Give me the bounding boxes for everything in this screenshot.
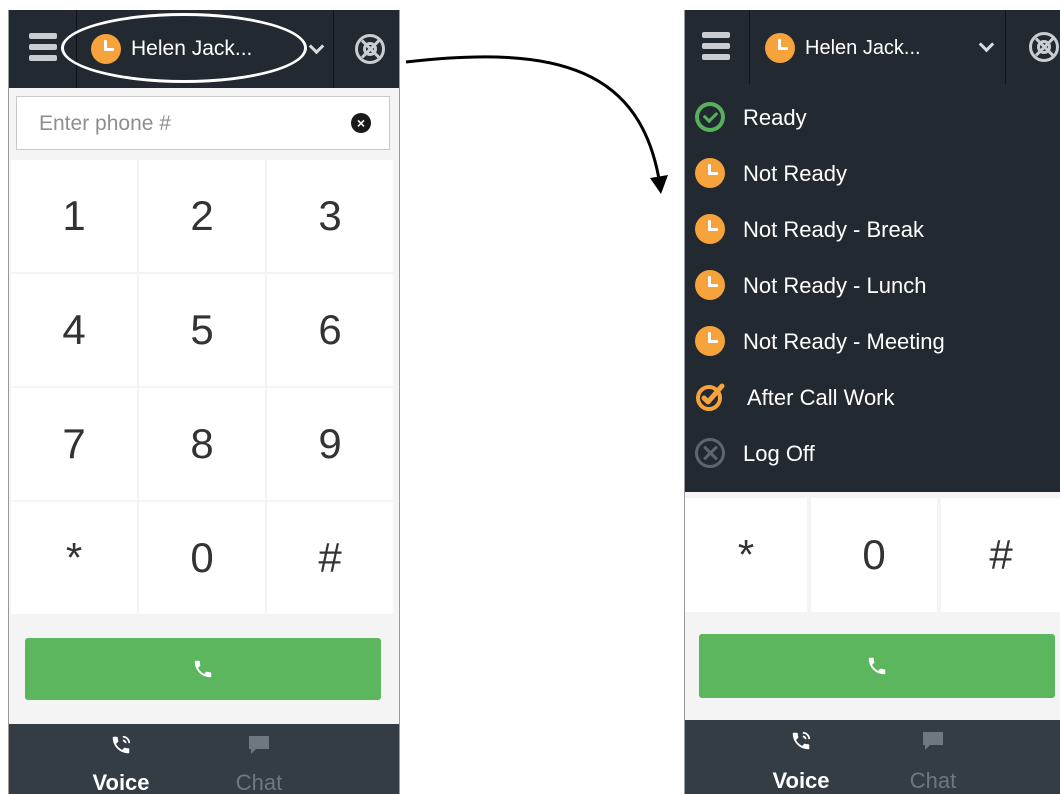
phone-number-input[interactable] (37, 97, 341, 151)
dial-key[interactable]: 0 (811, 498, 937, 612)
status-item-label: Not Ready (743, 161, 847, 186)
tab-voice-label: Voice (772, 768, 830, 793)
dial-key[interactable]: 4 (11, 274, 137, 386)
clear-input-icon[interactable]: × (351, 113, 371, 133)
after-call-work-icon (696, 383, 725, 411)
chevron-down-icon[interactable] (308, 38, 325, 55)
dial-key[interactable]: 0 (139, 502, 265, 614)
status-item-not-ready-lunch[interactable]: Not Ready - Lunch (685, 257, 1060, 313)
agent-name: Helen Jack... (805, 36, 921, 59)
status-item-not-ready[interactable]: Not Ready (685, 145, 1060, 201)
help-lifebuoy-icon[interactable] (355, 34, 385, 64)
status-item-label: Not Ready - Lunch (743, 273, 927, 298)
ready-check-icon (695, 102, 725, 132)
status-item-label: Log Off (743, 441, 815, 466)
dial-key[interactable]: 1 (11, 160, 137, 272)
clock-icon (695, 326, 725, 356)
agent-header: Helen Jack... (9, 10, 399, 88)
phone-icon (868, 657, 886, 675)
agent-name: Helen Jack... (131, 37, 253, 60)
status-dropdown-menu: Ready Not Ready Not Ready - Break Not Re… (685, 84, 1060, 492)
tab-chat[interactable]: Chat (209, 724, 309, 794)
voice-call-icon (792, 731, 811, 750)
dial-key[interactable]: 5 (139, 274, 265, 386)
status-item-log-off[interactable]: Log Off (685, 425, 1060, 481)
status-item-after-call-work[interactable]: After Call Work (685, 369, 1060, 425)
status-item-not-ready-meeting[interactable]: Not Ready - Meeting (685, 313, 1060, 369)
phone-input-box: × (16, 96, 390, 151)
clock-icon (765, 33, 795, 63)
dial-key[interactable]: 9 (267, 388, 393, 500)
chat-bubble-icon (249, 736, 269, 754)
hamburger-menu-icon[interactable] (29, 33, 57, 63)
agent-header: Helen Jack... (685, 10, 1060, 84)
hamburger-menu-icon[interactable] (702, 32, 730, 62)
call-button[interactable] (25, 638, 381, 700)
tab-voice-label: Voice (92, 770, 150, 794)
status-item-label: Not Ready - Break (743, 217, 924, 242)
tab-voice[interactable]: Voice (751, 720, 851, 793)
dial-key[interactable]: * (11, 502, 137, 614)
clock-icon (695, 158, 725, 188)
status-item-label: After Call Work (747, 385, 895, 410)
dial-key[interactable]: 8 (139, 388, 265, 500)
dial-key[interactable]: * (685, 498, 807, 612)
chevron-down-icon[interactable] (978, 36, 995, 53)
status-item-label: Ready (743, 105, 807, 130)
bottom-navigation: Voice Chat (685, 720, 1060, 794)
dial-key[interactable]: 7 (11, 388, 137, 500)
clock-icon (91, 34, 121, 64)
tab-voice[interactable]: Voice (71, 724, 171, 794)
help-lifebuoy-icon[interactable] (1029, 32, 1059, 62)
call-button[interactable] (699, 634, 1055, 698)
dial-key[interactable]: 6 (267, 274, 393, 386)
clock-icon (695, 214, 725, 244)
tab-chat-label: Chat (235, 770, 283, 794)
status-item-ready[interactable]: Ready (685, 89, 1060, 145)
tab-chat[interactable]: Chat (883, 720, 983, 793)
dial-key[interactable]: 2 (139, 160, 265, 272)
phone-icon (194, 660, 212, 678)
status-item-label: Not Ready - Meeting (743, 329, 945, 354)
clock-icon (695, 270, 725, 300)
agent-status-button[interactable]: Helen Jack... (765, 27, 921, 69)
dial-key[interactable]: # (941, 498, 1060, 612)
dial-key[interactable]: # (267, 502, 393, 614)
chat-bubble-icon (923, 732, 943, 750)
status-item-not-ready-break[interactable]: Not Ready - Break (685, 201, 1060, 257)
status-menu-panel: Helen Jack... Ready Not Ready Not Ready … (684, 10, 1060, 794)
log-off-icon (695, 438, 725, 468)
voice-call-icon (112, 735, 131, 754)
bottom-navigation: Voice Chat (9, 724, 399, 794)
dial-key[interactable]: 3 (267, 160, 393, 272)
agent-status-button[interactable]: Helen Jack... (91, 28, 252, 70)
dialer-panel: Helen Jack... × 1 2 3 4 5 6 7 8 9 * 0 # … (8, 10, 400, 794)
tab-chat-label: Chat (909, 768, 957, 793)
